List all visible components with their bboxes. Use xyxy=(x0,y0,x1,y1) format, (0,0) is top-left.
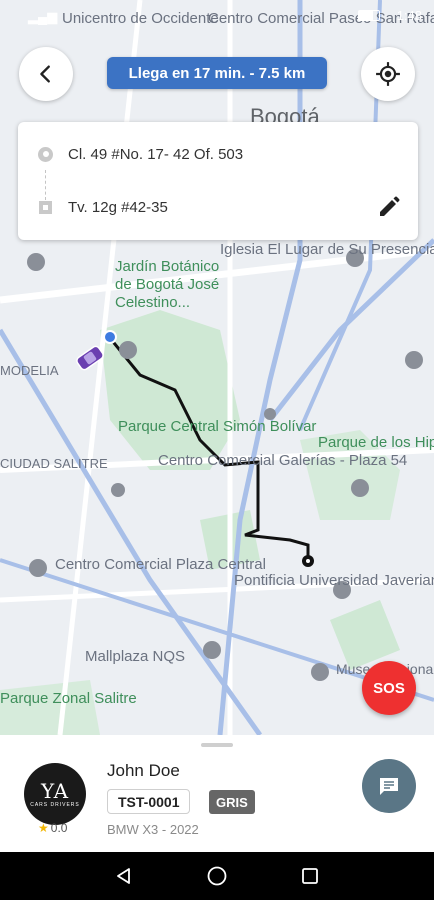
avatar-caption: CARS DRIVERS xyxy=(30,801,80,808)
eta-badge: Llega en 17 min. - 7.5 km xyxy=(107,57,327,89)
chat-icon xyxy=(380,778,398,795)
nav-recents-button[interactable] xyxy=(298,864,322,888)
back-arrow-icon xyxy=(40,65,50,83)
nav-back-icon xyxy=(117,868,130,884)
chat-button[interactable] xyxy=(362,759,416,813)
map-label-parque-simon-bolivar[interactable]: Parque Central Simón Bolívar xyxy=(118,418,316,436)
map-canvas xyxy=(0,0,434,735)
sos-button[interactable]: SOS xyxy=(362,661,416,715)
star-icon: ★ xyxy=(38,821,49,835)
status-bar: ▂▄▆ 1:48 xyxy=(0,0,434,30)
origin-address: Cl. 49 #No. 17- 42 Of. 503 xyxy=(68,145,244,163)
driver-avatar: YA CARS DRIVERS xyxy=(24,763,86,825)
route-card: Cl. 49 #No. 17- 42 Of. 503 Tv. 12g #42-3… xyxy=(18,122,418,240)
driver-rating: ★ 0.0 xyxy=(38,821,67,835)
map-label-parque-zonal[interactable]: Parque Zonal Salitre xyxy=(0,690,137,708)
license-plate: TST-0001 xyxy=(107,789,191,814)
edit-pencil-icon xyxy=(380,196,400,216)
origin-marker xyxy=(103,330,117,344)
driver-name: John Doe xyxy=(107,761,180,780)
driver-sheet: YA CARS DRIVERS ★ 0.0 John Doe TST-0001 … xyxy=(0,735,434,852)
origin-row[interactable]: Cl. 49 #No. 17- 42 Of. 503 xyxy=(18,139,418,169)
map-label-iglesia[interactable]: Iglesia El Lugar de Su Presencia xyxy=(220,241,434,259)
battery-icon xyxy=(358,10,380,21)
nav-home-button[interactable] xyxy=(205,864,229,888)
map-view[interactable]: Unicentro de Occidente Centro Comercial … xyxy=(0,0,434,735)
map-label-javeriana[interactable]: Pontificia Universidad Javeriana xyxy=(234,572,434,590)
signal-icon: ▂▄▆ xyxy=(28,9,58,24)
nav-back-button[interactable] xyxy=(112,864,136,888)
map-label-mallplaza[interactable]: Mallplaza NQS xyxy=(85,648,185,666)
map-label-galerias[interactable]: Centro Comercial Galerías - Plaza 54 xyxy=(158,452,407,470)
nav-home-icon xyxy=(207,866,227,886)
status-time: 1:48 xyxy=(396,8,422,23)
system-nav-bar xyxy=(0,852,434,900)
destination-address: Tv. 12g #42-35 xyxy=(68,198,168,216)
vehicle-model: BMW X3 - 2022 xyxy=(107,822,199,837)
destination-square-icon xyxy=(39,200,52,214)
vehicle-color-badge: GRIS xyxy=(209,790,255,814)
locate-button[interactable] xyxy=(361,47,415,101)
rating-value: 0.0 xyxy=(50,821,68,835)
map-label-modelia: MODELIA xyxy=(0,363,59,378)
sheet-drag-handle[interactable] xyxy=(201,743,233,747)
map-label-ciudad-salitre: CIUDAD SALITRE xyxy=(0,456,108,471)
origin-dot-icon xyxy=(38,146,53,162)
nav-recents-icon xyxy=(302,868,318,884)
edit-route-button[interactable] xyxy=(376,194,402,220)
avatar-monogram: YA xyxy=(40,778,70,803)
back-button[interactable] xyxy=(19,47,73,101)
locate-icon xyxy=(376,62,400,86)
map-label-jardin-botanico[interactable]: Jardín Botánico de Bogotá José Celestino… xyxy=(115,258,220,312)
map-label-parque-hippies[interactable]: Parque de los Hippies xyxy=(318,434,434,452)
destination-row[interactable]: Tv. 12g #42-35 xyxy=(18,192,418,222)
